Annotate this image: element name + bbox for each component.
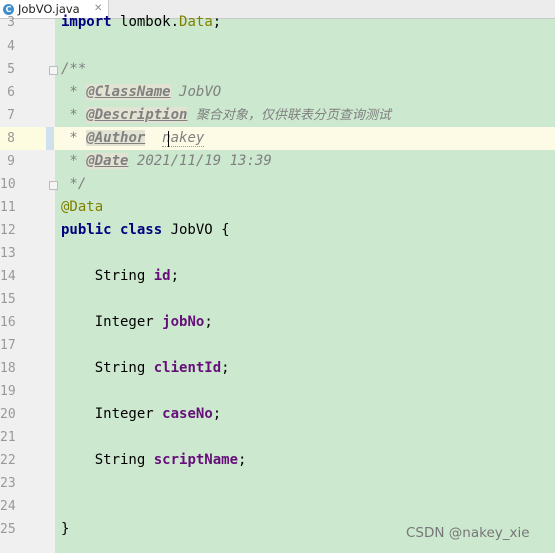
field-declaration: String clientId; (94, 360, 230, 376)
line-number: 20 (0, 407, 16, 422)
line-number: 18 (0, 361, 16, 376)
code-line: 17 (0, 334, 555, 357)
line-number: 8 (7, 131, 15, 146)
line-number: 22 (0, 453, 16, 468)
line-number: 11 (0, 200, 16, 215)
line-number: 19 (0, 384, 16, 399)
code-line: 9 * @Date 2021/11/19 13:39 (0, 150, 555, 173)
javadoc-close: */ (61, 176, 87, 192)
field-type: String (94, 360, 146, 376)
code-line: 14 String id; (0, 265, 555, 288)
code-line: 20 Integer caseNo; (0, 403, 555, 426)
code-line-current: 8 * @Author nakey (0, 127, 555, 150)
line-number: 15 (0, 292, 16, 307)
line-number: 12 (0, 223, 16, 238)
field-type: Integer (94, 406, 154, 422)
line-number: 9 (7, 154, 15, 169)
field-name: scriptName (153, 452, 239, 468)
javadoc-tag: @Date (86, 153, 129, 169)
javadoc-line: * @Description 聚合对象，仅供联表分页查询测试 (61, 107, 391, 123)
line-number: 21 (0, 430, 16, 445)
line-number: 5 (7, 62, 15, 77)
code-line: 16 Integer jobNo; (0, 311, 555, 334)
line-number: 10 (0, 177, 16, 192)
code-line: 7 * @Description 聚合对象，仅供联表分页查询测试 (0, 104, 555, 127)
javadoc-line: * @Date 2021/11/19 13:39 (61, 153, 272, 169)
field-declaration: String id; (94, 268, 180, 284)
javadoc-tag: @ClassName (86, 84, 171, 100)
code-line: 3 import lombok.Data; (0, 11, 555, 34)
code-line: 12 public class JobVO { (0, 219, 555, 242)
code-line: 4 (0, 35, 555, 58)
javadoc-value: 2021/11/19 13:39 (136, 153, 272, 169)
javadoc-tag: @Description (86, 107, 188, 123)
line-number: 23 (0, 476, 16, 491)
field-type: String (94, 268, 146, 284)
closing-brace: } (61, 521, 70, 537)
javadoc-line: * @Author nakey (61, 130, 205, 147)
line-number: 17 (0, 338, 16, 353)
line-number: 13 (0, 246, 16, 261)
javadoc-tag: @Author (86, 130, 146, 146)
code-line: 23 (0, 472, 555, 495)
watermark: CSDN @nakey_xie (406, 525, 530, 541)
code-line: 10 */ (0, 173, 555, 196)
annotation: @Data (61, 199, 104, 215)
import-statement: import lombok.Data; (61, 14, 222, 30)
text-caret (168, 131, 169, 147)
code-line: 6 * @ClassName JobVO (0, 81, 555, 104)
code-line: 18 String clientId; (0, 357, 555, 380)
code-line: 15 (0, 288, 555, 311)
line-number: 25 (0, 522, 16, 537)
code-line: 21 (0, 426, 555, 449)
field-declaration: Integer caseNo; (94, 406, 222, 422)
code-line: 13 (0, 242, 555, 265)
line-number: 4 (7, 39, 15, 54)
field-declaration: String scriptName; (94, 452, 247, 468)
javadoc-line: * @ClassName JobVO (61, 84, 222, 100)
field-type: Integer (94, 314, 154, 330)
line-number: 24 (0, 499, 16, 514)
field-name: id (153, 268, 171, 284)
field-type: String (94, 452, 146, 468)
javadoc-open: /** (61, 61, 87, 77)
line-number: 7 (7, 108, 15, 123)
field-name: jobNo (162, 314, 205, 330)
javadoc-value: 聚合对象，仅供联表分页查询测试 (195, 108, 391, 123)
line-number: 3 (7, 15, 15, 30)
line-number: 6 (7, 85, 15, 100)
javadoc-value: JobVO (179, 84, 222, 100)
code-line: 5 /** (0, 58, 555, 81)
fold-end-icon[interactable] (49, 181, 58, 190)
line-number: 16 (0, 315, 16, 330)
line-number: 14 (0, 269, 16, 284)
code-line: 11 @Data (0, 196, 555, 219)
field-name: caseNo (162, 406, 213, 422)
field-name: clientId (153, 360, 222, 376)
class-declaration: public class JobVO { (61, 222, 230, 238)
code-line: 24 (0, 495, 555, 518)
fold-minus-icon[interactable] (49, 66, 58, 75)
field-declaration: Integer jobNo; (94, 314, 213, 330)
code-line: 19 (0, 380, 555, 403)
code-line: 22 String scriptName; (0, 449, 555, 472)
